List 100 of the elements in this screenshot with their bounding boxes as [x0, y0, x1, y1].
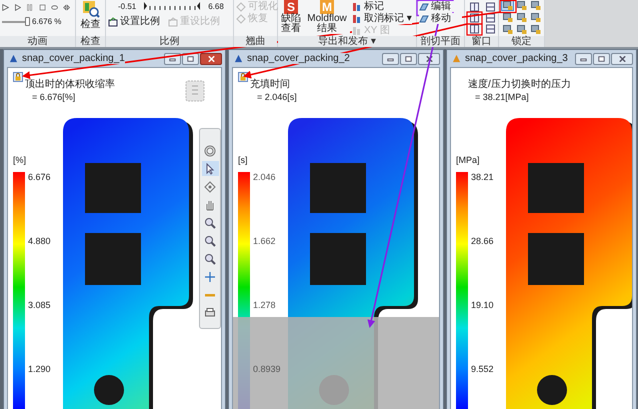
scale-label: 1.290 [28, 364, 51, 374]
window-layout-icon[interactable] [469, 2, 480, 12]
locked-window-icon [516, 12, 526, 23]
unit-label: [MPa] [456, 154, 481, 167]
lock-view-button[interactable] [515, 0, 528, 11]
close-button[interactable] [200, 52, 222, 64]
group-label: 导出和发布 ▾ [278, 36, 416, 47]
locked-window-icon [516, 25, 526, 36]
lock-view-button[interactable] [501, 0, 514, 11]
scale-min: -0.51 [118, 2, 136, 10]
logo-icon: M [320, 0, 334, 14]
close-icon [618, 56, 626, 62]
highlight-box [466, 23, 483, 36]
locked-window-icon [530, 0, 540, 10]
bar-chart-icon [352, 26, 362, 36]
scale-label: 19.10 [471, 300, 494, 310]
tick-ruler-drawing [142, 1, 202, 11]
minimize-icon [386, 56, 395, 62]
select-tool[interactable] [202, 161, 218, 176]
window-layout-icon[interactable] [485, 2, 496, 12]
scale-label: 3.085 [28, 300, 51, 310]
group-label: 锁定 [499, 36, 544, 47]
result-value: = 38.21[MPa] [474, 91, 530, 103]
locked-window-icon [530, 12, 540, 23]
pause-icon[interactable] [26, 2, 34, 12]
lock-view-button[interactable] [529, 12, 542, 24]
center-icon [204, 180, 216, 192]
scale-max: 6.68 [208, 2, 224, 10]
minimize-icon [168, 56, 177, 62]
window-title: snap_cover_packing_3 [465, 53, 568, 64]
scale-label: 4.880 [28, 236, 51, 246]
lock-view-button[interactable] [501, 12, 514, 24]
group-label: 检查 [76, 36, 105, 47]
window-layout-icon[interactable] [485, 24, 496, 34]
result-name: 顶出时的体积收缩率 [25, 79, 115, 91]
slider-thumb[interactable] [25, 17, 30, 26]
lock-view-button[interactable] [501, 24, 514, 36]
result-name: 速度/压力切换时的压力 [468, 79, 571, 91]
zoom-icon [204, 234, 216, 246]
loop-icon[interactable] [50, 2, 58, 12]
result-button[interactable]: S 缺陷查看 [280, 0, 302, 34]
window-layout-icon[interactable] [469, 24, 480, 34]
chart-icon [108, 16, 118, 26]
print-icon [204, 306, 216, 318]
scale-label: 38.21 [471, 172, 494, 182]
locked-window-icon [502, 25, 512, 36]
close-button[interactable] [418, 52, 440, 64]
unit-label: [%] [13, 154, 28, 167]
app-icon [9, 54, 18, 63]
highlight-box [499, 0, 517, 14]
result-value: = 6.676[%] [31, 91, 76, 103]
bar-chart-icon [352, 2, 362, 12]
maximize-button[interactable] [400, 52, 417, 64]
window-layout-icon[interactable] [485, 13, 496, 23]
highlight-box [466, 11, 483, 25]
result-value: = 2.046[s] [256, 91, 297, 103]
center-tool[interactable] [202, 179, 218, 194]
group-label: 翘曲 [234, 36, 277, 47]
pan-icon [204, 198, 216, 210]
bounce-icon[interactable] [62, 2, 70, 12]
minimize-button[interactable] [575, 52, 592, 64]
maximize-icon [404, 56, 413, 62]
scale-button[interactable]: 设置比例 [108, 16, 160, 27]
close-icon [206, 56, 216, 62]
app-icon [452, 54, 461, 63]
app-icon [234, 54, 243, 63]
minimize-button[interactable] [382, 52, 399, 64]
animation-reading: 6.676 % [32, 17, 62, 26]
orbit-tool[interactable] [202, 143, 218, 158]
lock-view-button[interactable] [515, 24, 528, 36]
export-button[interactable]: 取消标记 ▾ [352, 13, 412, 24]
window-title: snap_cover_packing_2 [247, 53, 350, 64]
scale-label: 0.8939 [253, 364, 281, 374]
bar-chart-icon [352, 14, 362, 24]
locked-window-icon [530, 25, 540, 36]
scale-label: 1.278 [253, 300, 276, 310]
maximize-icon [186, 56, 195, 62]
scale-label: 6.676 [28, 172, 51, 182]
crosshair-icon [204, 270, 216, 282]
zoom-area-icon [204, 216, 216, 228]
section-button[interactable]: 移动 [419, 13, 462, 24]
lock-view-button[interactable] [529, 24, 542, 36]
lock-view-button[interactable] [515, 12, 528, 24]
scale-label: 1.662 [253, 236, 276, 246]
locked-window-icon [502, 0, 512, 10]
group-label: 比例 [106, 36, 233, 47]
minimize-icon [579, 56, 588, 62]
locked-window-icon [502, 12, 512, 23]
scale-label: 28.66 [471, 236, 494, 246]
lock-view-button[interactable] [529, 0, 542, 11]
stop-icon[interactable] [38, 2, 46, 12]
lock-icon[interactable] [238, 72, 248, 82]
zoom-out-icon [204, 252, 216, 264]
logo-icon: S [284, 0, 298, 14]
close-button[interactable] [611, 52, 633, 64]
select-icon [204, 162, 216, 174]
lock-icon[interactable] [13, 72, 23, 82]
chart-icon [168, 16, 178, 26]
maximize-button[interactable] [593, 52, 610, 64]
result-name: 充填时间 [250, 79, 291, 91]
